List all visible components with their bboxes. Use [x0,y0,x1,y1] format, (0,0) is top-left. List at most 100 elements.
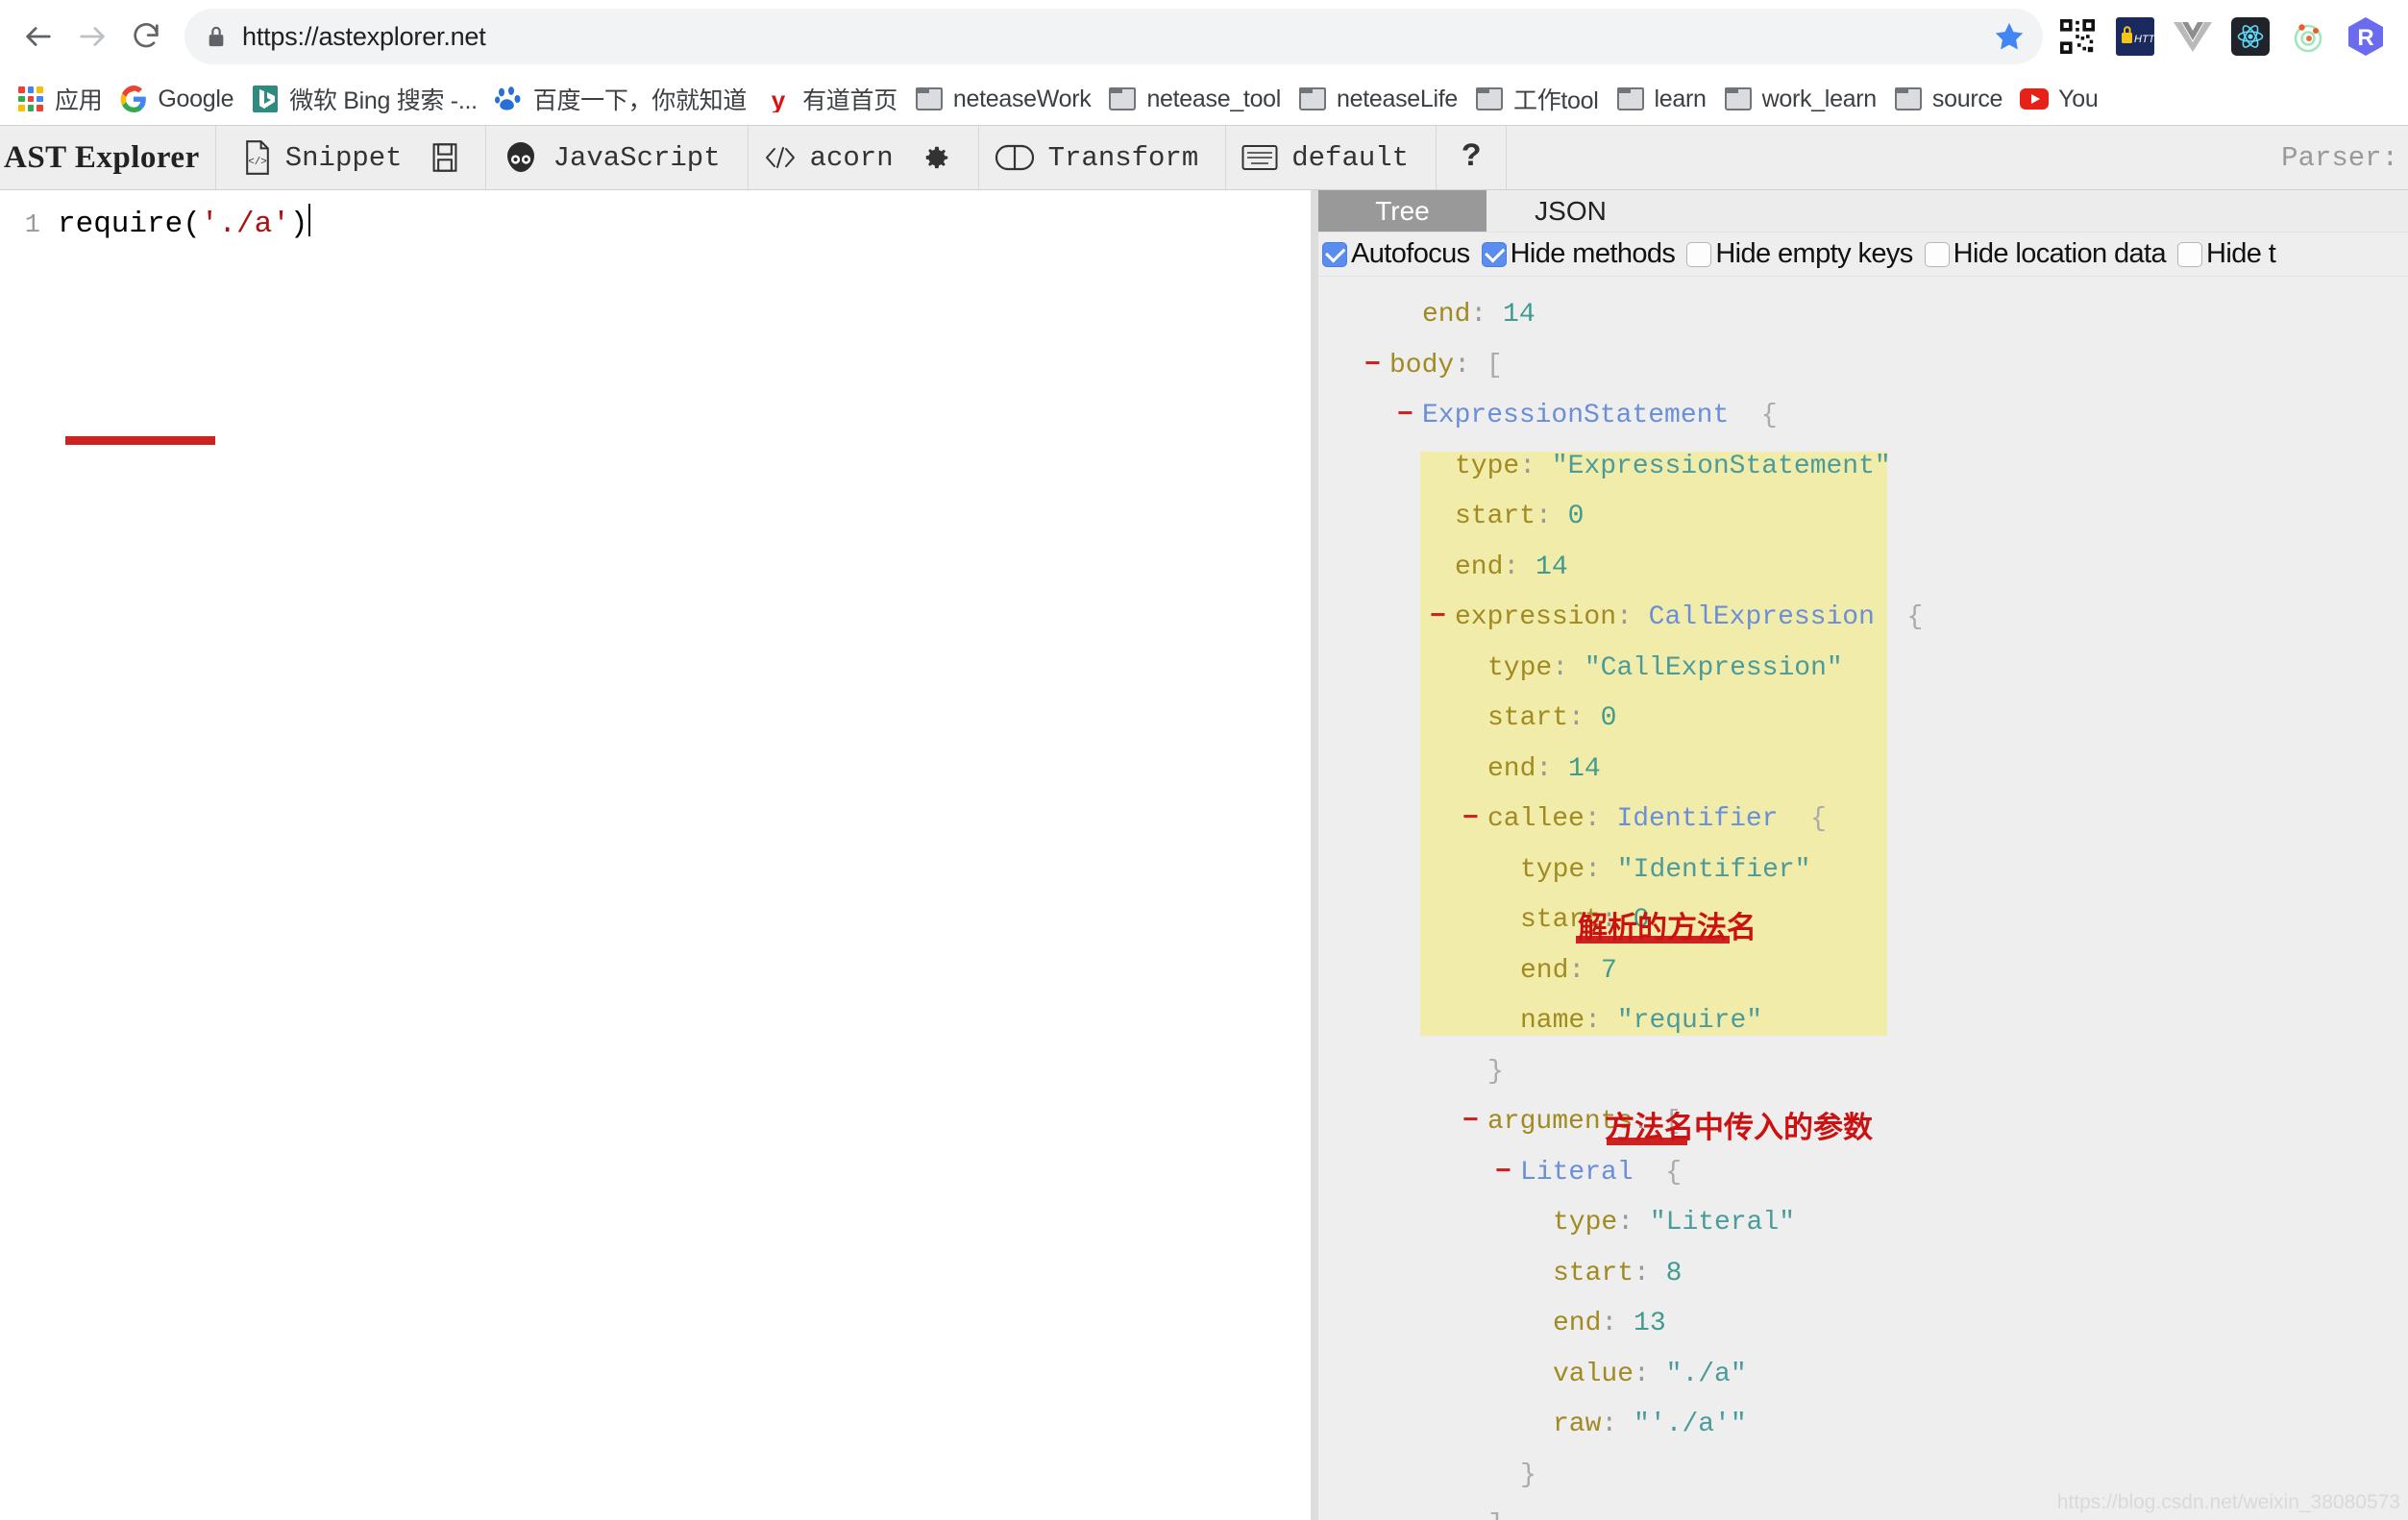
pane-splitter[interactable] [1311,190,1318,1520]
ast-tree-row[interactable]: value: "./a" [1318,1350,2408,1401]
ast-colon: : [1503,552,1520,582]
code-text: require('./a') [58,204,311,246]
checkbox-icon[interactable] [1686,241,1712,267]
checkbox-icon[interactable] [1322,241,1347,267]
ast-node-type[interactable]: Literal [1520,1158,1634,1188]
ast-tree-row[interactable]: end: 7 [1318,946,2408,997]
ast-tree-row[interactable]: raw: "'./a'" [1318,1400,2408,1451]
parser-selector[interactable]: acorn [764,126,905,189]
collapse-toggle-icon[interactable]: − [1462,1107,1479,1137]
ast-tree-row[interactable]: − body: [ [1318,341,2408,392]
ast-tree-row[interactable]: end: 14 [1318,543,2408,594]
bookmarks-bar: 应用 Google 微软 Bing 搜索 -... 百度一下，你就知道 y 有道首页 net… [0,73,2408,125]
ast-tree-row[interactable]: − expression: CallExpression { [1318,593,2408,644]
checkbox-icon[interactable] [1924,241,1950,267]
ast-tree-row[interactable]: type: "Literal" [1318,1198,2408,1249]
bookmark-item[interactable]: 工作tool [1466,78,1608,120]
bookmark-item[interactable]: 百度一下，你就知道 [486,78,755,120]
bookmark-item[interactable]: netease_tool [1099,78,1290,120]
save-button[interactable] [414,126,470,189]
bookmark-item[interactable]: Google [111,78,242,120]
ast-colon: : [1634,1258,1650,1288]
ast-tree-row[interactable]: end: 14 [1318,290,2408,341]
bookmark-item[interactable]: neteaseLife [1290,78,1466,120]
option-hide-location-data[interactable]: Hide location data [1924,238,2167,270]
bookmark-item[interactable]: y 有道首页 [755,78,906,120]
collapse-toggle-icon[interactable]: − [1462,804,1479,834]
ast-tree-body[interactable]: end: 14− body: [− ExpressionStatement {typ… [1318,277,2408,1520]
tree-options-row: Autofocus Hide methods Hide empty keys Hide… [1318,233,2408,277]
app-logo-group: AST Explorer [0,126,216,189]
youdao-icon: y [764,85,793,113]
ast-colon: : [1536,753,1553,784]
ast-tree-row[interactable]: type: "CallExpression" [1318,644,2408,695]
bookmark-item[interactable]: You [2011,78,2106,120]
folder-icon [915,85,944,113]
option-hide-empty-keys[interactable]: Hide empty keys [1686,238,1913,270]
bookmark-item[interactable]: learn [1608,78,1715,120]
ast-tree-row[interactable]: start: 0 [1318,895,2408,946]
app-title: AST Explorer [4,139,200,175]
keymap-selector[interactable]: default [1241,126,1420,189]
ast-tree-row[interactable]: type: "ExpressionStatement" [1318,442,2408,493]
snippet-button[interactable]: </> Snippet [232,126,414,189]
ast-tree-row[interactable]: name: "require" [1318,996,2408,1047]
ast-colon: : [1585,1006,1602,1036]
bookmark-item[interactable]: source [1885,78,2011,120]
ast-tree-row[interactable]: start: 0 [1318,492,2408,543]
bookmark-item[interactable]: work_learn [1715,78,1885,120]
r-hex-icon[interactable]: R [2344,14,2388,59]
vue-icon[interactable] [2171,14,2215,59]
ast-property-name: start [1553,1258,1634,1288]
qr-code-icon[interactable] [2055,14,2100,59]
parser-settings-button[interactable] [905,126,963,189]
option-hide-methods[interactable]: Hide methods [1481,238,1676,270]
ast-bracket: } [1520,1459,1536,1490]
collapse-toggle-icon[interactable]: − [1495,1158,1511,1188]
ast-node-type[interactable]: Identifier [1616,804,1778,834]
checkbox-icon[interactable] [1481,241,1507,267]
ast-property-name: end [1487,753,1536,784]
https-lock-icon[interactable]: HTTPS [2113,14,2157,59]
collapse-toggle-icon[interactable]: − [1364,351,1381,380]
ast-tree-row[interactable]: type: "Identifier" [1318,846,2408,896]
back-button[interactable] [13,12,63,61]
ast-tree-row[interactable]: end: 14 [1318,745,2408,796]
react-icon[interactable] [2228,14,2273,59]
ast-tree-row[interactable]: start: 0 [1318,694,2408,745]
ast-tree-row[interactable]: − Literal { [1318,1148,2408,1199]
forward-button[interactable] [67,12,117,61]
bookmark-item[interactable]: 微软 Bing 搜索 -... [242,78,486,120]
reload-button[interactable] [121,12,171,61]
bookmark-item[interactable]: 应用 [8,78,111,120]
ast-tree-row[interactable]: start: 8 [1318,1249,2408,1300]
save-disk-icon [431,142,458,173]
option-hide-t[interactable]: Hide t [2177,238,2276,270]
help-button[interactable]: ? [1452,126,1490,189]
bookmark-label: neteaseWork [952,85,1092,112]
parser-group: acorn [749,126,979,189]
ast-tree-row[interactable]: end: 13 [1318,1299,2408,1350]
language-selector[interactable]: JavaScript [502,126,732,189]
snippet-file-icon: </> [243,140,272,175]
ast-node-type[interactable]: CallExpression [1649,602,1875,632]
checkbox-icon[interactable] [2177,241,2203,267]
option-autofocus[interactable]: Autofocus [1322,238,1470,270]
ast-node-type[interactable]: ExpressionStatement [1422,401,1729,430]
transform-selector[interactable]: Transform [995,126,1211,189]
collapse-toggle-icon[interactable]: − [1397,401,1413,430]
collapse-toggle-icon[interactable]: − [1430,602,1446,632]
target-circle-icon[interactable] [2286,14,2330,59]
tab-json[interactable]: JSON [1487,190,1655,232]
ast-string-value: "'./a'" [1634,1410,1747,1439]
ast-tree-row[interactable]: − ExpressionStatement { [1318,391,2408,442]
ast-tree-row[interactable]: − callee: Identifier { [1318,795,2408,846]
code-editor-pane[interactable]: 1 require('./a') [0,190,1311,1520]
bookmark-label: You [2058,85,2099,112]
ast-tree-row[interactable]: } [1318,1047,2408,1098]
bookmark-item[interactable]: neteaseWork [906,78,1100,120]
tab-tree[interactable]: Tree [1318,190,1487,232]
address-bar[interactable]: https://astexplorer.net [184,9,2043,64]
bookmark-star-icon[interactable] [1993,20,2026,53]
ast-string-value: "./a" [1665,1359,1747,1389]
